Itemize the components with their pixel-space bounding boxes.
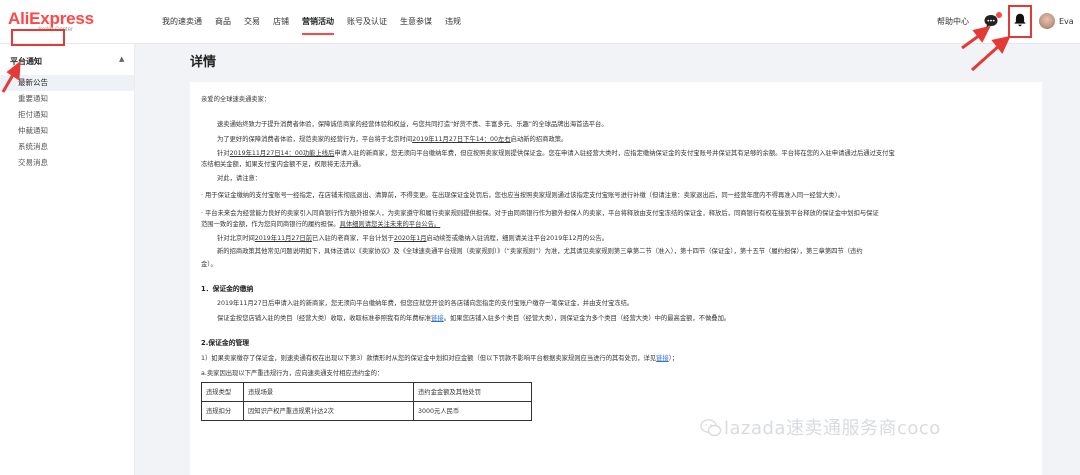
text: 保证金按您店铺入驻的类目（经营大类）收取，收取标准参照我有的年费标准 <box>217 315 432 322</box>
sidebar-item-important-notices[interactable]: 重要通知 <box>0 91 134 107</box>
paragraph: 冻结相关金额，如果支付宝内金额不足，权限将无法开通。 <box>201 161 365 168</box>
sidebar-list: 最新公告 重要通知 拒付通知 仲裁通知 系统消息 交易消息 <box>0 75 134 171</box>
paragraph: 金）。 <box>201 261 217 268</box>
section-title: 2.保证金的管理 <box>201 339 250 347</box>
logo-main-text: AliExpress <box>8 9 94 28</box>
sidebar-item-arbitration-notices[interactable]: 仲裁通知 <box>0 123 134 139</box>
paragraph: 2019年11月27日后申请入驻的新商家，您无须向平台缴纳年费，但您应就您开设的… <box>217 300 634 307</box>
text: 。如果您店铺入驻多个类目（经营大类），则保证金为多个类目（经营大类）中的最高金额… <box>443 315 731 322</box>
table-cell: 3000元人民币 <box>413 401 532 421</box>
penalty-details-link[interactable]: 链接 <box>656 355 669 362</box>
table-cell: 违规扣分 <box>201 401 244 421</box>
sidebar-item-trade-messages[interactable]: 交易消息 <box>0 155 134 171</box>
text: 针对北京时间 <box>217 235 255 242</box>
chevron-up-icon[interactable]: ▲ <box>119 55 124 63</box>
nav-orders[interactable]: 交易 <box>244 0 260 44</box>
sidebar-item-latest-announcements[interactable]: 最新公告 <box>0 75 134 91</box>
avatar[interactable] <box>1039 13 1055 29</box>
nav-my-aliexpress[interactable]: 我的速卖通 <box>162 0 202 44</box>
text: 2019年11月27日下午14：00左右 <box>412 136 511 143</box>
paragraph: 针对2019年11月27日14：00功能上线后申请入驻的新商家，您无须向平台缴纳… <box>201 148 1031 159</box>
sidebar: 平台通知 ▲ 最新公告 重要通知 拒付通知 仲裁通知 系统消息 交易消息 <box>0 44 135 475</box>
watermark: lazada速卖通服务商coco <box>696 414 941 440</box>
table-row: 违规扣分 因知识产权严重违规累计达2次 3000元人民币 <box>201 401 532 421</box>
text: 范围一致的金额，作为您向同商银行的履约担保。 <box>201 221 340 228</box>
text: 启动新的招商政策。 <box>510 136 568 143</box>
user-name[interactable]: Eva <box>1059 0 1074 44</box>
unread-dot <box>996 12 1002 18</box>
bell-highlight-box <box>1008 5 1032 38</box>
nav-account[interactable]: 账号及认证 <box>347 0 387 44</box>
future-announcement-link[interactable]: 具体细则请您关注未来的平台公告。 <box>340 221 441 228</box>
paragraph: · 平台未来会为经营能力良好的卖家引入同商银行作为额外担保人，为卖家遵守和履行卖… <box>201 210 879 217</box>
text: ）； <box>668 355 679 362</box>
paragraph: 1）如果卖家缴存了保证金，则速卖通有权在出现以下第3）款情形时从您的保证金中划扣… <box>201 353 1031 364</box>
help-center-link[interactable]: 帮助中心 <box>937 0 969 44</box>
text: 已入驻的老商家，平台计划于 <box>312 235 394 242</box>
text: 2019年11月27日前 <box>254 235 313 242</box>
table-header-row: 违规类型 违规场景 违约金金额及其他处罚 <box>201 382 532 402</box>
section-title: 1．保证金的缴纳 <box>201 285 254 293</box>
sidebar-item-chargeback-notices[interactable]: 拒付通知 <box>0 107 134 123</box>
text: 为了更好的保障消费者体验，规范卖家的经营行为，平台将于北京时间 <box>217 136 413 143</box>
text: 申请入驻的新商家，您无须向平台缴纳年费，但应按照卖家规则提供保证金。您在申请入驻… <box>334 150 895 157</box>
text: 2020年1月 <box>393 235 427 242</box>
paragraph: 范围一致的金额，作为您向同商银行的履约担保。具体细则请您关注未来的平台公告。 <box>201 219 1031 230</box>
paragraph: 新的招商政策其他常见问题说明如下，具体还请以《卖家协议》及《全球速卖通平台规则（… <box>217 248 863 255</box>
table-header: 违约金金额及其他处罚 <box>413 382 532 402</box>
table-header: 违规类型 <box>201 382 244 402</box>
text: 启动续签或缴纳入驻流程，细则请关注平台2019年12月的公告。 <box>426 235 608 242</box>
main-nav: 我的速卖通 商品 交易 店铺 营销活动 账号及认证 生意参谋 违规 <box>162 0 474 44</box>
table-cell: 因知识产权严重违规累计达2次 <box>243 401 414 421</box>
text: 针对 <box>217 150 230 157</box>
sidebar-item-system-messages[interactable]: 系统消息 <box>0 139 134 155</box>
table-header: 违规场景 <box>243 382 414 402</box>
sidebar-highlight-box <box>11 29 65 46</box>
paragraph: 保证金按您店铺入驻的类目（经营大类）收取，收取标准参照我有的年费标准链接。如果您… <box>201 313 1031 324</box>
sidebar-heading[interactable]: 平台通知 <box>10 56 42 67</box>
nav-marketing[interactable]: 营销活动 <box>302 0 334 44</box>
violation-table: 违规类型 违规场景 违约金金额及其他处罚 违规扣分 因知识产权严重违规累计达2次… <box>201 382 532 421</box>
greeting: 亲爱的全球速卖通卖家： <box>201 96 271 103</box>
fee-standard-link[interactable]: 链接 <box>431 315 444 322</box>
watermark-text: lazada速卖通服务商coco <box>724 418 941 439</box>
nav-violations[interactable]: 违规 <box>445 0 461 44</box>
top-bar: AliExpress Seller Center 我的速卖通 商品 交易 店铺 … <box>0 0 1080 44</box>
paragraph: 对此，请注意： <box>217 175 262 182</box>
paragraph: 针对北京时间2019年11月27日前已入驻的老商家，平台计划于2020年1月启动… <box>201 233 1031 244</box>
nav-products[interactable]: 商品 <box>215 0 231 44</box>
paragraph: 速卖通始终致力于提升消费者体验，保障诚信商家的经营体验和权益，与您共同打造“好货… <box>217 121 608 128</box>
paragraph: a.卖家因出现以下严重违规行为，应向速卖通支付相应违约金的： <box>201 370 384 377</box>
nav-business-advisor[interactable]: 生意参谋 <box>400 0 432 44</box>
paragraph: · 用于保证金缴纳的支付宝账号一经指定，在店铺未彻底退出、清算前，不得变更。在出… <box>201 192 845 199</box>
text: 2019年11月27日14：00功能上线后 <box>229 150 335 157</box>
nav-store[interactable]: 店铺 <box>273 0 289 44</box>
paragraph: 为了更好的保障消费者体验，规范卖家的经营行为，平台将于北京时间2019年11月2… <box>201 134 1031 145</box>
text: 1）如果卖家缴存了保证金，则速卖通有权在出现以下第3）款情形时从您的保证金中划扣… <box>201 355 657 362</box>
page-title: 详情 <box>190 55 217 70</box>
